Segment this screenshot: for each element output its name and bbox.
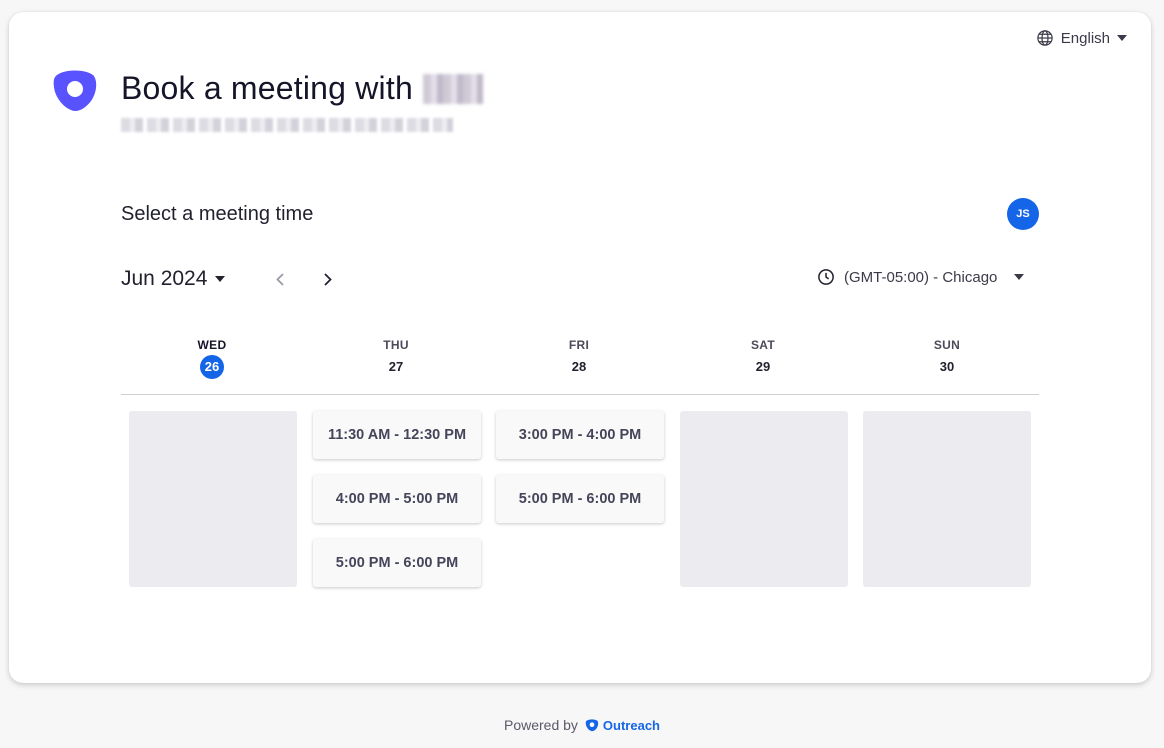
day-header-fri: FRI 28 (568, 338, 590, 374)
redacted-subtitle (121, 118, 453, 132)
time-slot-button[interactable]: 5:00 PM - 6:00 PM (313, 539, 481, 587)
unavailable-day-wed (129, 411, 297, 587)
day-header-sat: SAT 29 (750, 338, 775, 374)
section-heading: Select a meeting time (121, 203, 314, 225)
time-slot-button[interactable]: 3:00 PM - 4:00 PM (496, 411, 664, 459)
month-label: Jun 2024 (121, 267, 208, 290)
caret-down-icon (1117, 35, 1127, 41)
language-selector[interactable]: English (1036, 29, 1127, 47)
time-slot-button[interactable]: 4:00 PM - 5:00 PM (313, 475, 481, 523)
outreach-brand-link[interactable]: Outreach (585, 718, 660, 733)
time-slot-button[interactable]: 11:30 AM - 12:30 PM (313, 411, 481, 459)
selected-date-badge: 26 (200, 355, 224, 379)
host-avatar: JS (1007, 198, 1039, 230)
unavailable-day-sat (680, 411, 848, 587)
unavailable-day-sun (863, 411, 1031, 587)
day-header-row: WED 26 THU 27 FRI 28 SAT 29 SUN 30 (121, 338, 1039, 395)
caret-down-icon (215, 276, 226, 282)
time-slot-button[interactable]: 5:00 PM - 6:00 PM (496, 475, 664, 523)
redacted-host-name (422, 73, 483, 104)
day-header-thu: THU 27 (383, 338, 409, 374)
month-selector[interactable]: Jun 2024 (121, 267, 226, 291)
timezone-selector[interactable]: (GMT-05:00) - Chicago (817, 268, 1025, 286)
brand-label: Outreach (602, 717, 660, 733)
powered-by-label: Powered by (503, 717, 578, 733)
booking-card: English Book a meeting with Select a mee… (9, 12, 1151, 683)
timezone-label: (GMT-05:00) - Chicago (844, 268, 998, 286)
clock-icon (818, 269, 834, 285)
outreach-logo (53, 70, 97, 111)
day-header-wed: WED 26 (152, 338, 272, 379)
chevron-right-icon (324, 272, 332, 286)
page-title: Book a meeting with (121, 70, 483, 107)
day-header-sun: SUN 30 (933, 338, 961, 374)
prev-week-button[interactable] (268, 267, 292, 291)
globe-icon (1037, 30, 1053, 46)
outreach-logo-icon (585, 719, 599, 732)
next-week-button[interactable] (316, 267, 340, 291)
chevron-left-icon (276, 272, 284, 286)
footer: Powered by Outreach (0, 717, 1164, 733)
language-label: English (1060, 29, 1110, 47)
caret-down-icon (1014, 274, 1025, 280)
